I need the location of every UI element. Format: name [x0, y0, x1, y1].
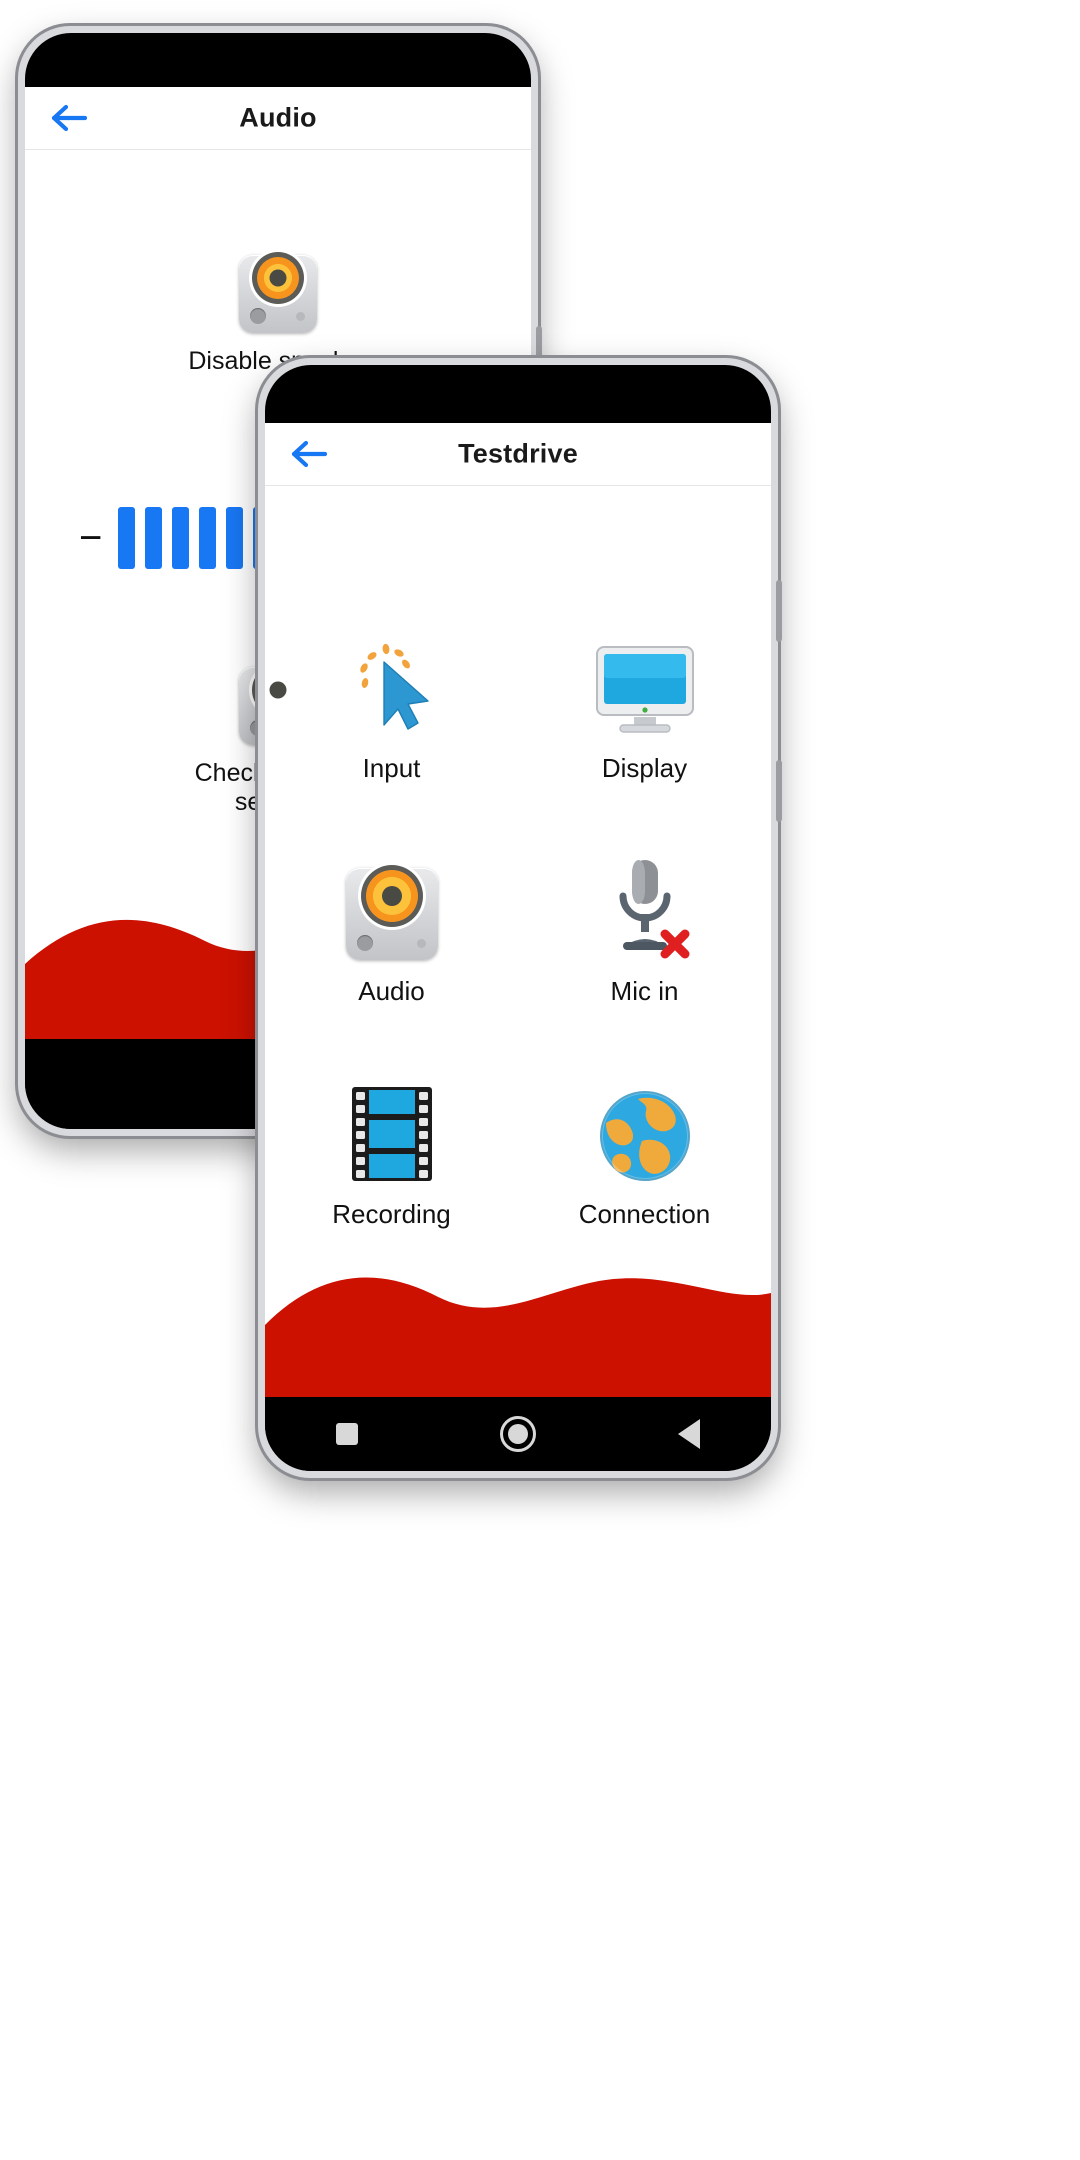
volume-up-button-front[interactable]: [776, 580, 782, 642]
cursor-click-icon: [342, 633, 442, 737]
square-icon[interactable]: [336, 1423, 358, 1445]
phone-screen-front: Testdrive Input Display Audio Mic in Rec…: [265, 423, 771, 1397]
tile-label: Input: [362, 753, 421, 783]
globe-icon: [598, 1079, 692, 1183]
screenshot-stage: Audio Disable speaker − Check Testdrive …: [0, 0, 1080, 2160]
appbar-front: Testdrive: [265, 423, 771, 486]
testdrive-tile-grid: Input Display Audio Mic in Recording Con…: [265, 633, 771, 1230]
volume-minus-label: −: [79, 516, 103, 560]
page-title-front: Testdrive: [458, 438, 578, 469]
film-strip-icon: [350, 1079, 434, 1183]
triangle-back-icon[interactable]: [678, 1419, 700, 1449]
tile-label: Connection: [578, 1199, 711, 1229]
tile-display[interactable]: Display: [518, 633, 771, 784]
android-navbar-front: [265, 1397, 771, 1471]
speaker-icon: [345, 856, 438, 960]
tile-mic-in[interactable]: Mic in: [518, 856, 771, 1007]
tile-input[interactable]: Input: [265, 633, 518, 784]
power-button-front[interactable]: [776, 760, 782, 822]
decorative-wave-front: [265, 1227, 771, 1397]
tile-label: Display: [601, 753, 688, 783]
tile-label: Audio: [358, 976, 425, 1006]
tile-label: Recording: [332, 1199, 451, 1229]
speaker-icon: [239, 252, 317, 333]
monitor-icon: [593, 633, 697, 737]
tile-label: Mic in: [610, 976, 679, 1006]
tile-audio[interactable]: Audio: [265, 856, 518, 1007]
circle-icon[interactable]: [500, 1416, 536, 1452]
tile-connection[interactable]: Connection: [518, 1079, 771, 1230]
phone-device-front: Testdrive Input Display Audio Mic in Rec…: [258, 358, 782, 1478]
phone-bezel-front: Testdrive Input Display Audio Mic in Rec…: [265, 365, 771, 1471]
microphone-disabled-icon: [599, 856, 691, 960]
tile-recording[interactable]: Recording: [265, 1079, 518, 1230]
